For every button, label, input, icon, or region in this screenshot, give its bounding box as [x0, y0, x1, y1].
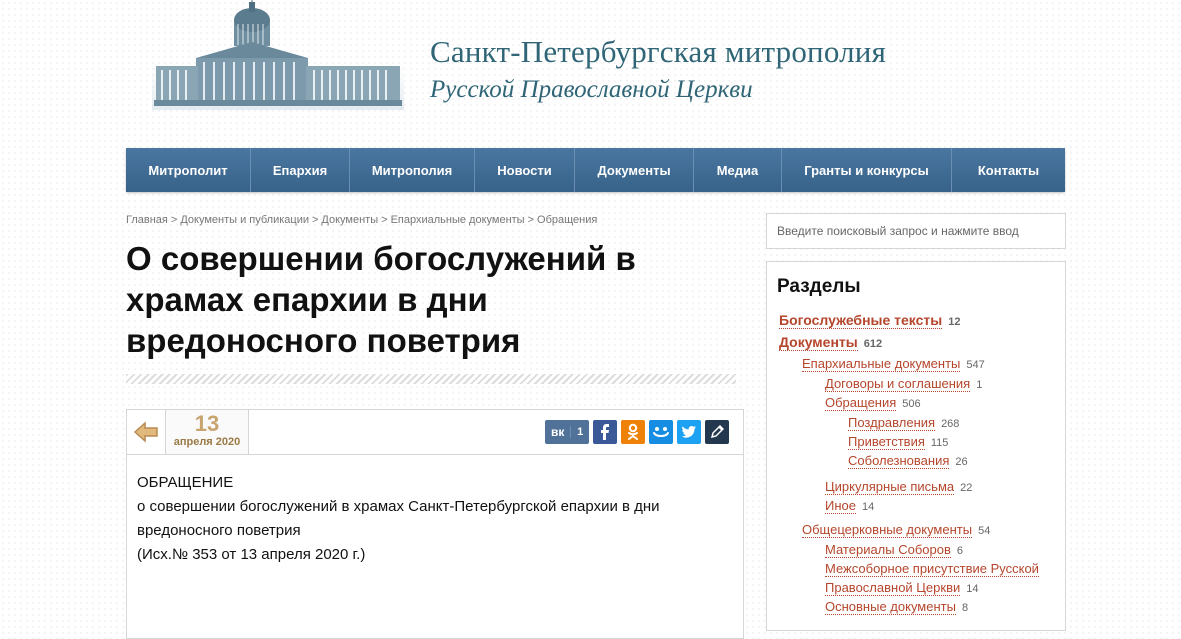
vk-share-count: 1 — [570, 426, 589, 438]
breadcrumb: Главная > Документы и публикации > Документы… — [126, 214, 597, 226]
breadcrumb-eparchy-docs[interactable]: Епархиальные документы — [391, 214, 525, 226]
tree-item-label: Православной Церкви — [825, 580, 961, 596]
nav-item-metropolia[interactable]: Митрополия — [350, 148, 475, 192]
tree-item-label: Поздравления — [848, 415, 936, 431]
search-input[interactable] — [766, 213, 1066, 249]
tree-item-count: 14 — [966, 583, 979, 595]
title-divider — [126, 374, 736, 384]
tree-item[interactable]: Договоры и соглашения 1 — [825, 376, 983, 392]
cathedral-logo-icon[interactable] — [152, 0, 404, 112]
share-moimir-button[interactable] — [649, 420, 673, 444]
article-body: ОБРАЩЕНИЕ о совершении богослужений в хр… — [127, 455, 743, 567]
nav-item-news[interactable]: Новости — [475, 148, 575, 192]
breadcrumb-separator: > — [170, 214, 178, 226]
tree-item-count: 115 — [930, 437, 949, 449]
tree-item-label: Иное — [825, 498, 856, 514]
tree-item-label: Богослужебные тексты — [779, 312, 943, 329]
livejournal-icon — [710, 425, 724, 439]
tree-item-label: Циркулярные письма — [825, 479, 955, 495]
article-box: 13 апреля 2020 вк 1 ОБРАЩЕНИЕ о совершен… — [126, 409, 744, 639]
site-subtitle[interactable]: Русской Православной Церкви — [430, 76, 753, 104]
tree-item-label: Основные документы — [825, 599, 956, 615]
article-body-line: вредоносного поветрия — [137, 522, 301, 539]
tree-item-label: Общецерковные документы — [802, 522, 973, 538]
nav-item-contacts[interactable]: Контакты — [952, 148, 1065, 192]
nav-item-metropolitan[interactable]: Митрополит — [126, 148, 251, 192]
date-day: 13 — [194, 411, 220, 436]
sections-title: Разделы — [777, 276, 861, 297]
breadcrumb-documents[interactable]: Документы — [321, 214, 378, 226]
tree-item-label: Обращения — [825, 395, 897, 411]
tree-item[interactable]: Богослужебные тексты 12 — [779, 312, 961, 329]
breadcrumb-appeals[interactable]: Обращения — [537, 214, 597, 226]
tree-item[interactable]: Соболезнования 26 — [848, 453, 968, 469]
tree-item[interactable]: Документы 612 — [779, 334, 883, 351]
breadcrumb-home[interactable]: Главная — [126, 214, 168, 226]
tree-item[interactable]: Поздравления 268 — [848, 415, 960, 431]
nav-item-documents[interactable]: Документы — [575, 148, 694, 192]
tree-item[interactable]: Обращения 506 — [825, 395, 921, 411]
article-date: 13 апреля 2020 — [166, 410, 249, 454]
breadcrumb-separator: > — [381, 214, 388, 226]
share-odnoklassniki-button[interactable] — [621, 420, 645, 444]
main-nav: Митрополит Епархия Митрополия Новости До… — [126, 148, 1065, 192]
sections-panel: Разделы Богослужебные тексты 12 Документы… — [766, 261, 1066, 631]
odnoklassniki-icon — [628, 423, 638, 440]
arrow-left-icon — [133, 421, 158, 443]
article-meta-row: 13 апреля 2020 вк 1 — [127, 410, 743, 455]
tree-item-count: 26 — [955, 456, 968, 468]
tree-item-count: 547 — [966, 359, 985, 371]
tree-item-count: 22 — [960, 482, 973, 494]
nav-item-media[interactable]: Медиа — [694, 148, 782, 192]
tree-item-count: 612 — [863, 338, 883, 350]
tree-item-count: 1 — [976, 379, 983, 391]
share-livejournal-button[interactable] — [705, 420, 729, 444]
share-facebook-button[interactable] — [593, 420, 617, 444]
tree-item-count: 506 — [902, 398, 921, 410]
site-title[interactable]: Санкт-Петербургская митрополия — [430, 34, 886, 70]
moimir-icon — [653, 427, 669, 437]
tree-item[interactable]: Межсоборное присутствие Русской — [825, 561, 1039, 577]
nav-item-grants[interactable]: Гранты и конкурсы — [782, 148, 952, 192]
tree-item[interactable]: Епархиальные документы 547 — [802, 356, 985, 372]
nav-item-eparchy[interactable]: Епархия — [251, 148, 350, 192]
breadcrumb-docs-publications[interactable]: Документы и публикации — [180, 214, 309, 226]
tree-item-label: Межсоборное присутствие Русской — [825, 561, 1039, 577]
share-buttons: вк 1 — [545, 420, 729, 444]
tree-item[interactable]: Основные документы 8 — [825, 599, 969, 615]
tree-item-count: 14 — [861, 501, 875, 513]
tree-item[interactable]: Иное 14 — [825, 498, 875, 514]
tree-item[interactable]: Материалы Соборов 6 — [825, 542, 964, 558]
tree-item[interactable]: Православной Церкви 14 — [825, 580, 979, 596]
tree-item-label: Договоры и соглашения — [825, 376, 971, 392]
article-body-line: (Исх.№ 353 от 13 апреля 2020 г.) — [137, 546, 366, 563]
tree-item[interactable]: Приветствия 115 — [848, 434, 949, 450]
tree-item-count: 6 — [956, 545, 964, 557]
site-header: Санкт-Петербургская митрополия Русской П… — [0, 0, 1181, 140]
back-button[interactable] — [127, 410, 166, 454]
facebook-icon — [601, 424, 609, 440]
tree-item[interactable]: Общецерковные документы 54 — [802, 522, 991, 538]
tree-item-count: 268 — [941, 418, 960, 430]
breadcrumb-separator: > — [527, 214, 535, 226]
date-month: апреля 2020 — [173, 436, 241, 448]
tree-item-label: Материалы Соборов — [825, 542, 951, 558]
tree-item-count: 8 — [961, 602, 969, 614]
article-body-line: о совершении богослужений в храмах Санкт… — [137, 498, 660, 515]
share-vk-button[interactable]: вк 1 — [545, 420, 589, 444]
twitter-icon — [681, 425, 696, 438]
page-title: О совершении богослужений в храмах епарх… — [126, 240, 636, 359]
tree-item-label: Документы — [779, 334, 858, 351]
tree-item[interactable]: Циркулярные письма 22 — [825, 479, 973, 495]
tree-item-label: Приветствия — [848, 434, 925, 450]
article-body-line: ОБРАЩЕНИЕ — [137, 474, 234, 491]
tree-item-count: 12 — [948, 316, 961, 328]
tree-item-count: 54 — [978, 525, 991, 537]
breadcrumb-separator: > — [311, 214, 319, 226]
vk-icon: вк — [551, 425, 565, 439]
share-twitter-button[interactable] — [677, 420, 701, 444]
tree-item-label: Епархиальные документы — [802, 356, 961, 372]
tree-item-label: Соболезнования — [848, 453, 950, 469]
